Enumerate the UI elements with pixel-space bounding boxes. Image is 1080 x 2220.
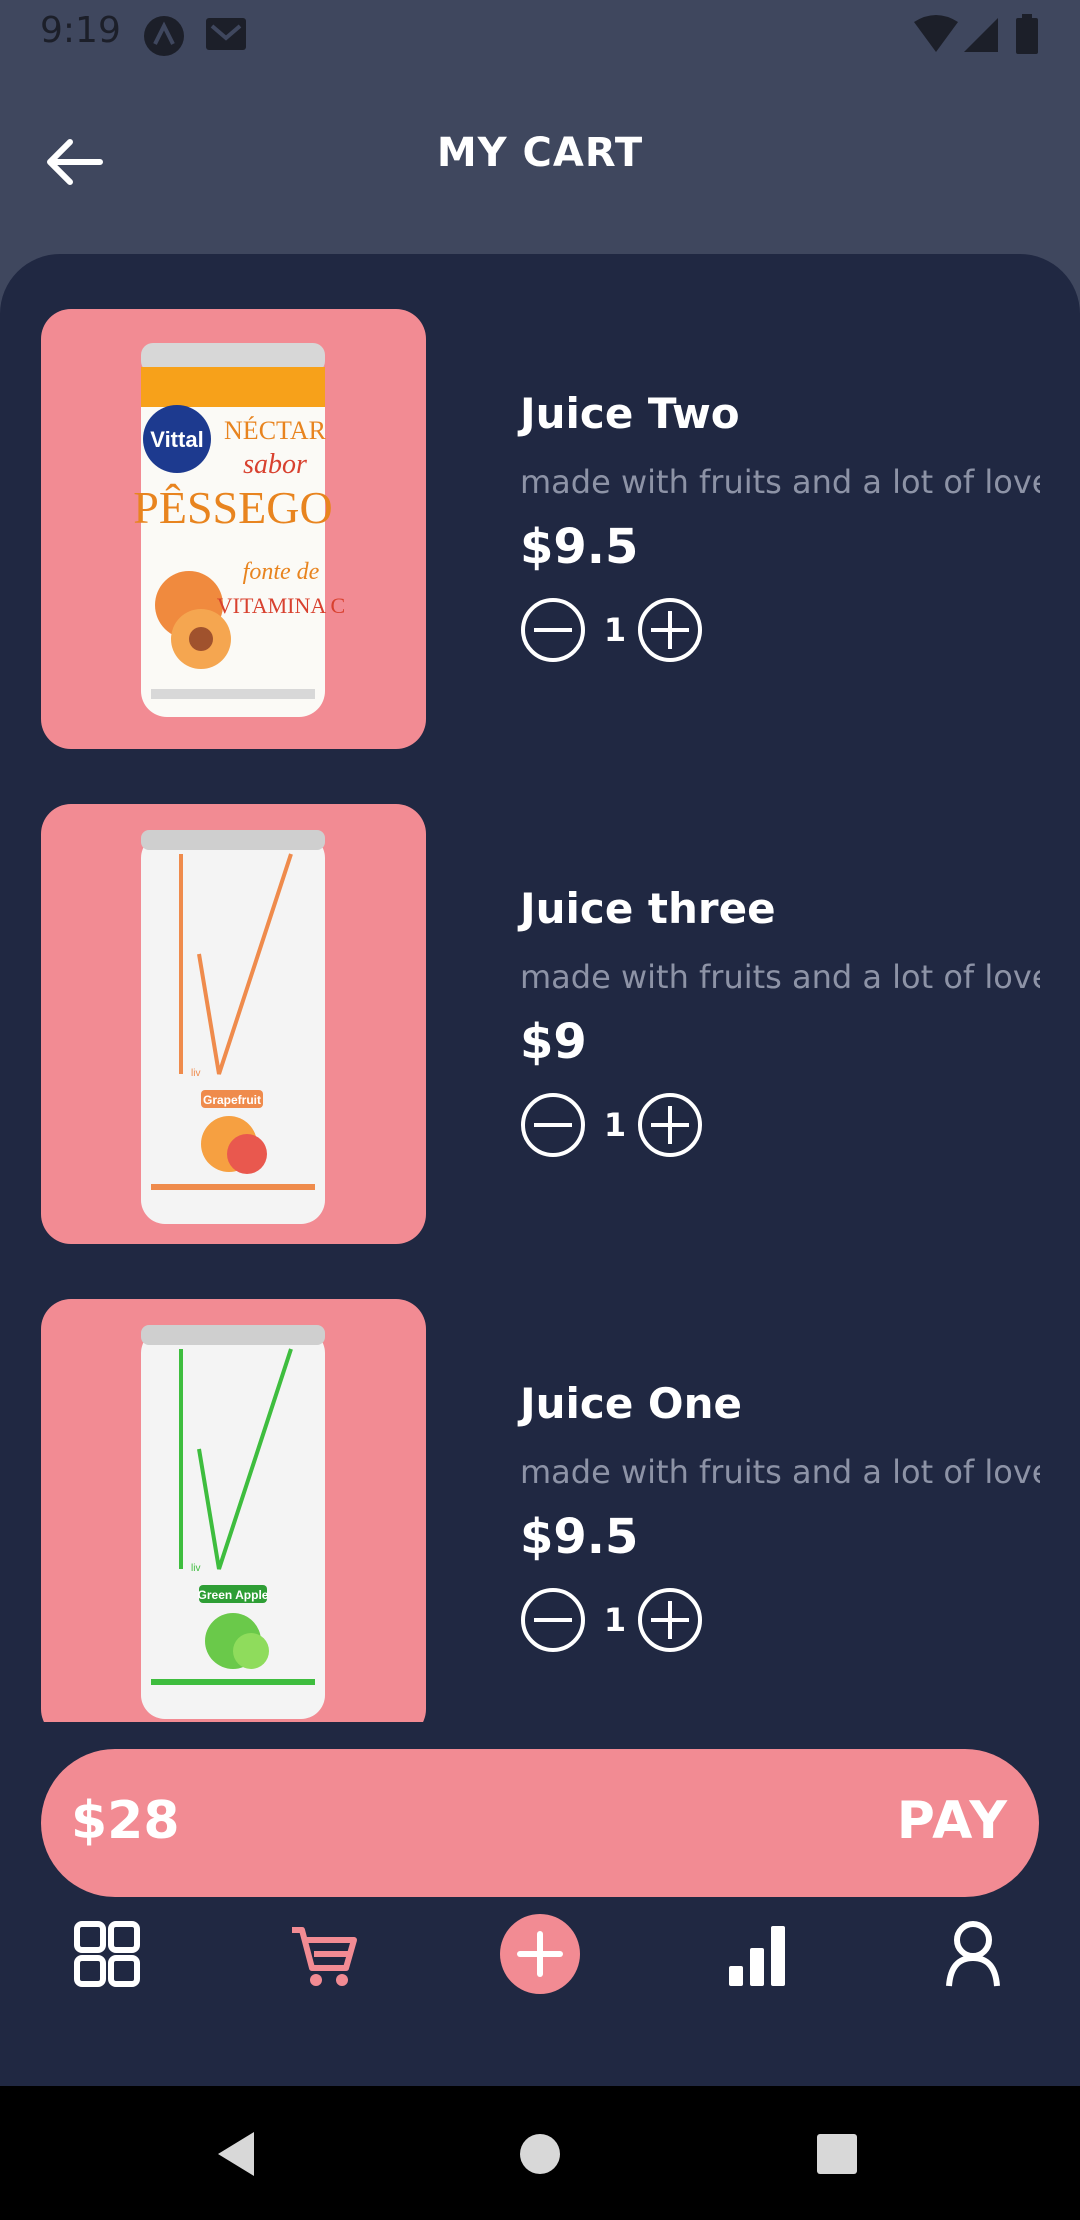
quantity-value: 1 <box>603 611 627 649</box>
product-image: Vittal NÉCTAR sabor PÊSSEGO fonte de VIT… <box>41 309 426 749</box>
plus-circle-icon[interactable] <box>637 1092 703 1158</box>
plus-circle-icon[interactable] <box>637 1587 703 1653</box>
status-bar: 9:19 <box>0 0 1080 66</box>
status-time: 9:19 <box>40 10 121 51</box>
minus-circle-icon[interactable] <box>520 597 586 663</box>
can3-brand: liv <box>191 1563 200 1574</box>
system-navigation-bar <box>0 2086 1080 2220</box>
system-recents-icon[interactable] <box>817 2134 857 2174</box>
item-name: Juice three <box>520 884 776 933</box>
add-button-icon[interactable] <box>480 1894 600 2014</box>
green-apple-juice-can-image: liv Green Apple <box>141 1325 325 1719</box>
item-description: made with fruits and a lot of love <box>520 1453 1040 1491</box>
item-description: made with fruits and a lot of love <box>520 463 1040 501</box>
app-header: MY CART <box>0 66 1080 256</box>
grid-icon[interactable] <box>47 1894 167 2014</box>
cart-item: Vittal NÉCTAR sabor PÊSSEGO fonte de VIT… <box>41 309 1080 749</box>
cart-item: liv Grapefruit Juice three made with fru… <box>41 804 1080 1244</box>
cart-item: liv Green Apple Juice One made with frui… <box>41 1299 1080 1722</box>
can1-line2: sabor <box>243 449 307 480</box>
bottom-nav <box>0 1894 1080 2086</box>
item-price: $9 <box>520 1014 587 1070</box>
plus-circle-icon[interactable] <box>637 597 703 663</box>
system-home-icon[interactable] <box>518 2132 562 2176</box>
can1-line4: fonte de <box>243 559 320 585</box>
quantity-stepper: 1 <box>520 597 740 663</box>
user-icon[interactable] <box>913 1894 1033 2014</box>
item-price: $9.5 <box>520 1509 639 1565</box>
pay-button[interactable]: $28 PAY <box>41 1749 1039 1897</box>
cart-panel: Vittal NÉCTAR sabor PÊSSEGO fonte de VIT… <box>0 254 1080 2086</box>
can2-brand: liv <box>191 1068 200 1079</box>
peach-juice-can-image: Vittal NÉCTAR sabor PÊSSEGO fonte de VIT… <box>133 343 345 717</box>
product-image: liv Green Apple <box>41 1299 426 1722</box>
signal-icon <box>964 18 998 52</box>
pay-label: PAY <box>896 1791 1009 1851</box>
item-description: made with fruits and a lot of love <box>520 958 1040 996</box>
can1-line3: PÊSSEGO <box>133 482 332 533</box>
bar-chart-icon[interactable] <box>697 1894 817 2014</box>
can1-line5: VITAMINA C <box>217 593 345 618</box>
system-back-icon[interactable] <box>214 2130 258 2178</box>
quantity-stepper: 1 <box>520 1092 740 1158</box>
item-name: Juice One <box>520 1379 743 1428</box>
cart-total: $28 <box>71 1791 180 1851</box>
quantity-value: 1 <box>603 1601 627 1639</box>
can1-brand: Vittal <box>150 427 203 452</box>
wifi-icon <box>914 15 958 52</box>
minus-circle-icon[interactable] <box>520 1587 586 1653</box>
app-notification-icon <box>144 16 184 56</box>
can1-line1: NÉCTAR <box>224 416 327 445</box>
item-name: Juice Two <box>520 389 740 438</box>
battery-icon <box>1016 14 1038 54</box>
grapefruit-juice-can-image: liv Grapefruit <box>141 830 325 1224</box>
quantity-stepper: 1 <box>520 1587 740 1653</box>
product-image: liv Grapefruit <box>41 804 426 1244</box>
minus-circle-icon[interactable] <box>520 1092 586 1158</box>
mail-icon <box>206 18 246 50</box>
quantity-value: 1 <box>603 1106 627 1144</box>
can3-flavor: Green Apple <box>198 1588 269 1602</box>
cart-icon[interactable] <box>262 1894 382 2014</box>
item-price: $9.5 <box>520 519 639 575</box>
can2-flavor: Grapefruit <box>203 1093 261 1107</box>
page-title: MY CART <box>436 130 644 176</box>
cart-list: Vittal NÉCTAR sabor PÊSSEGO fonte de VIT… <box>0 254 1080 1722</box>
